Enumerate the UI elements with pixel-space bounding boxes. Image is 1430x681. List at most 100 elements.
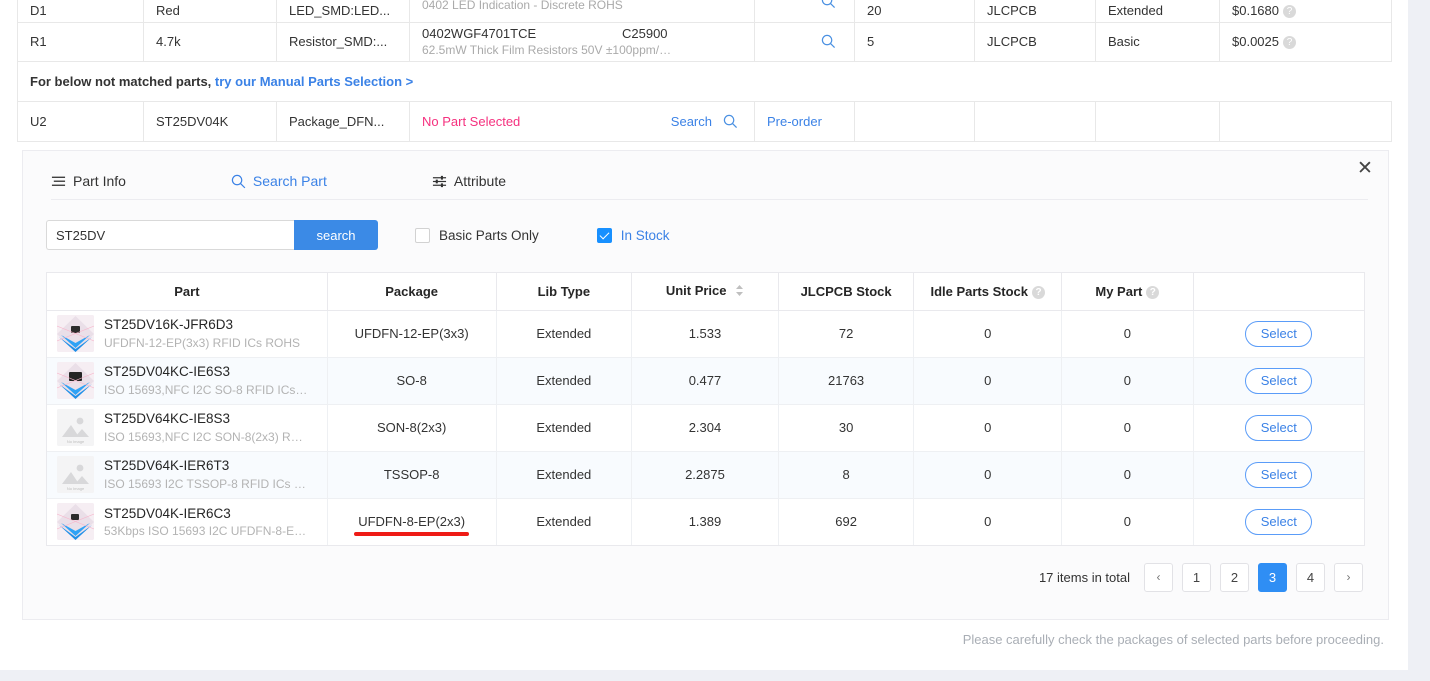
part-description: ISO 15693 I2C TSSOP-8 RFID ICs … [104,476,306,491]
select-button[interactable]: Select [1245,320,1313,347]
search-icon [231,174,246,189]
list-icon [51,174,66,189]
result-idle-parts-stock: 0 [913,498,1063,545]
bom-row-u2[interactable]: U2 ST25DV04K Package_DFN... No Part Sele… [17,101,1392,142]
bom-lib-type [974,101,1096,142]
pagination-page-1[interactable]: 1 [1182,563,1211,592]
bom-part-code: C25900 [622,25,668,41]
search-results-table: Part Package Lib Type Unit Price JLCPCB … [47,273,1364,545]
search-button[interactable]: search [294,220,378,250]
bom-mpn: 0402WGF4701TCE [422,25,537,41]
search-input[interactable] [46,220,294,250]
bom-preorder-cell[interactable]: Pre-order [754,101,855,142]
col-label: Unit Price [665,282,727,298]
tab-label: Part Info [73,173,126,189]
preorder-link[interactable]: Pre-order [767,114,822,129]
bom-designator: D1 [17,0,144,23]
bom-manufacturer-part: XL-1608UWC C2001565S 0402 LED Indication… [409,0,755,23]
search-icon[interactable] [723,114,738,129]
no-part-selected-label: No Part Selected [422,113,521,129]
bom-qty: 20 [854,0,975,23]
tab-part-info[interactable]: Part Info [51,173,126,189]
part-thumbnail [57,362,94,399]
result-idle-parts-stock: 0 [913,451,1063,499]
table-row[interactable]: No Image ST25DV64KC-IE8S3 ISO 15693,NFC … [47,404,1364,452]
result-part-cell: No Image ST25DV64KC-IE8S3 ISO 15693,NFC … [47,404,328,452]
select-button[interactable]: Select [1245,508,1313,535]
manual-parts-selection-link[interactable]: try our Manual Parts Selection > [215,74,413,89]
result-action-cell: Select [1193,310,1364,358]
help-icon[interactable]: ? [1146,285,1160,299]
col-my-part: My Part? [1061,273,1194,311]
in-stock-checkbox[interactable] [596,227,612,243]
bom-row-r1[interactable]: R1 4.7k Resistor_SMD:... 0402WGF4701TCE … [17,22,1392,62]
bom-price-value: $0.1680 [1232,3,1279,19]
bom-lib-type: Basic [1095,22,1220,62]
sort-icon[interactable] [735,284,744,300]
results-body: ST25DV16K-JFR6D3 UFDFN-12-EP(3x3) RFID I… [47,310,1364,545]
search-icon[interactable] [821,34,836,49]
result-my-part: 0 [1061,404,1194,452]
basic-parts-only-group[interactable]: Basic Parts Only [415,227,539,243]
result-part-cell: No Image ST25DV64K-IER6T3 ISO 15693 I2C … [47,451,328,499]
bom-part-status-cell: No Part Selected Search [409,101,755,142]
in-stock-group[interactable]: In Stock [596,227,670,243]
select-button[interactable]: Select [1245,414,1313,441]
pagination-page-3[interactable]: 3 [1258,563,1287,592]
table-row[interactable]: No Image ST25DV64K-IER6T3 ISO 15693 I2C … [47,451,1364,499]
bom-unit-price [1095,101,1220,142]
table-row[interactable]: ST25DV16K-JFR6D3 UFDFN-12-EP(3x3) RFID I… [47,310,1364,358]
close-icon[interactable]: ✕ [1354,159,1376,181]
result-unit-price: 1.533 [631,310,779,358]
bom-footprint: Package_DFN... [276,101,410,142]
col-unit-price[interactable]: Unit Price [631,273,779,311]
result-lib-type: Extended [496,310,633,358]
tab-search-part[interactable]: Search Part [231,173,327,189]
part-thumbnail [57,503,94,541]
result-idle-parts-stock: 0 [913,357,1063,405]
basic-parts-only-label[interactable]: Basic Parts Only [439,228,539,243]
search-icon[interactable] [821,0,836,9]
tab-label: Attribute [453,173,506,189]
part-description: 53Kbps ISO 15693 I2C UFDFN-8-E… [104,524,307,539]
tab-attribute[interactable]: Attribute [432,173,506,189]
no-image-placeholder-icon: No Image [57,456,94,493]
result-lib-type: Extended [496,451,633,499]
bom-supplier: JLCPCB [974,0,1096,23]
help-icon[interactable]: ? [1032,285,1046,299]
help-icon[interactable]: ? [1283,36,1296,50]
pagination-prev[interactable]: ‹ [1144,563,1173,592]
select-button[interactable]: Select [1245,461,1313,488]
table-row[interactable]: ST25DV04KC-IE6S3 ISO 15693,NFC I2C SO-8 … [47,357,1364,405]
bom-row-d1[interactable]: D1 Red LED_SMD:LED... XL-1608UWC C200156… [17,0,1392,23]
result-unit-price: 2.2875 [631,451,779,499]
basic-parts-only-checkbox[interactable] [415,227,430,243]
bom-unmatched-note-row: For below not matched parts, try our Man… [17,61,1392,102]
bom-search-cell[interactable] [754,0,855,23]
col-package: Package [327,273,497,311]
package-label: TSSOP-8 [383,467,440,482]
result-my-part: 0 [1061,451,1194,499]
table-row[interactable]: ST25DV04K-IER6C3 53Kbps ISO 15693 I2C UF… [47,498,1364,545]
pagination-page-4[interactable]: 4 [1296,563,1325,592]
bom-table: D1 Red LED_SMD:LED... XL-1608UWC C200156… [17,0,1392,142]
pagination: 17 items in total ‹ 1 2 3 4 › [23,563,1363,592]
in-stock-label[interactable]: In Stock [621,228,670,243]
footer-note: Please carefully check the packages of s… [962,632,1384,647]
bom-footprint: Resistor_SMD:... [276,22,410,62]
pagination-page-2[interactable]: 2 [1220,563,1249,592]
help-icon[interactable]: ? [1283,5,1296,19]
bom-search-cell[interactable] [754,22,855,62]
bom-qty: 5 [854,22,975,62]
pagination-next[interactable]: › [1334,563,1363,592]
result-my-part: 0 [1061,498,1194,545]
bom-value: 4.7k [143,22,277,62]
row-search-link[interactable]: Search [671,114,712,129]
bom-footprint: LED_SMD:LED... [276,0,410,23]
part-thumbnail [57,315,94,352]
select-button[interactable]: Select [1245,367,1313,394]
result-action-cell: Select [1193,451,1364,499]
panel-tabs: Part Info Search Part Attribute [51,151,1368,200]
result-lib-type: Extended [496,404,633,452]
result-package: UFDFN-12-EP(3x3) [327,310,497,358]
